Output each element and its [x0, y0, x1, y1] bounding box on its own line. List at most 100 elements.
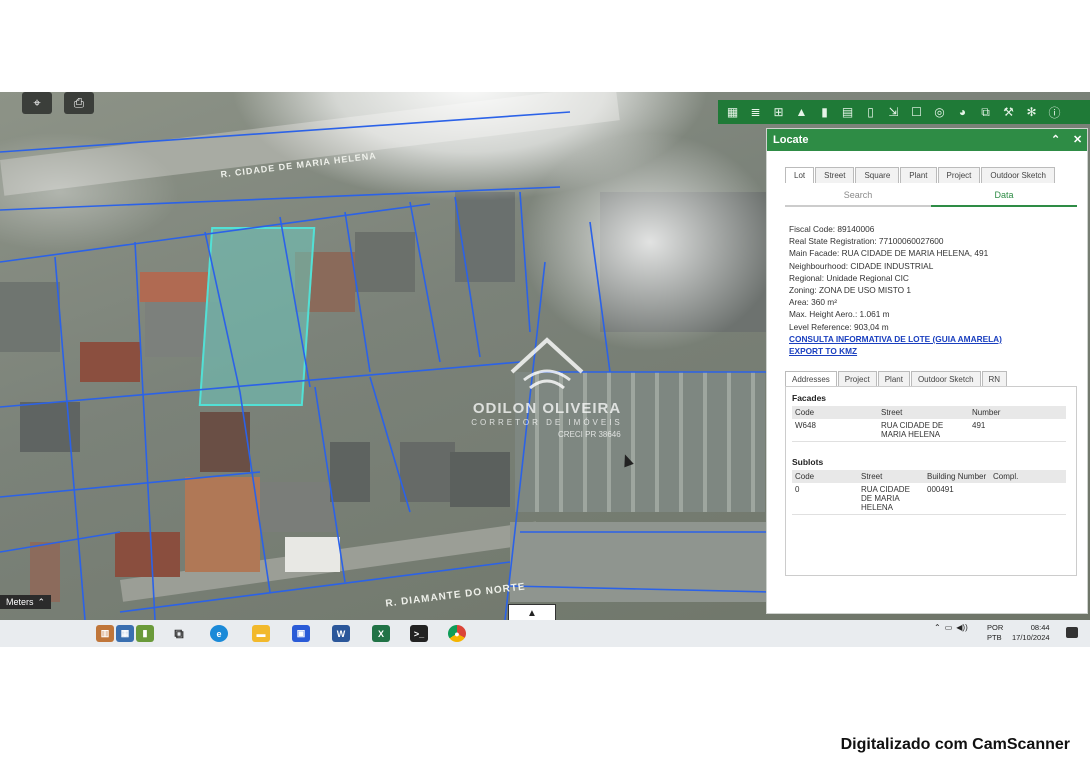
- table-row[interactable]: W648 RUA CIDADE DE MARIA HELENA 491: [792, 419, 1066, 442]
- tab-detail-project[interactable]: Project: [837, 371, 877, 387]
- close-icon[interactable]: ✕: [1073, 133, 1082, 146]
- select-icon[interactable]: ☐: [908, 104, 925, 121]
- tab-plant[interactable]: Plant: [900, 167, 937, 183]
- field-zoning: Zoning: ZONA DE USO MISTO 1: [789, 285, 912, 296]
- taskbar: ▥ ▦ ▮ ⧉ e ▬ ▣ W X >_ ● ⌃ ▭ ◀)) POR PTB 0…: [0, 620, 1090, 647]
- field-main-facade: Main Facade: RUA CIDADE DE MARIA HELENA,…: [789, 248, 989, 259]
- screen: R. CIDADE DE MARIA HELENA R. DIAMANTE DO…: [0, 92, 1090, 647]
- bookmark-icon[interactable]: ▮: [816, 104, 833, 121]
- target-icon[interactable]: ◎: [931, 104, 948, 121]
- globe-icon[interactable]: ◕: [954, 104, 971, 121]
- tab-street[interactable]: Street: [815, 167, 855, 183]
- collapse-icon[interactable]: ⌃: [1051, 133, 1060, 146]
- field-neighbourhood: Neighbourhood: CIDADE INDUSTRIAL: [789, 260, 934, 271]
- language-code: POR: [987, 623, 1004, 632]
- print-icon[interactable]: ⎙: [64, 92, 94, 114]
- layers-icon[interactable]: ≣: [747, 104, 764, 121]
- field-max-height: Max. Height Aero.: 1.061 m: [789, 309, 890, 320]
- facades-title: Facades: [792, 393, 827, 403]
- expand-panel-button[interactable]: ▲: [508, 604, 556, 620]
- locate-panel: Locate ⌃ ✕ Lot Street Square Plant Proje…: [766, 128, 1088, 614]
- keyboard-layout: PTB: [987, 633, 1002, 642]
- excel-icon[interactable]: X: [372, 625, 390, 642]
- caret-up-icon: ▲: [527, 607, 537, 619]
- subtab-data[interactable]: Data: [931, 187, 1077, 207]
- table-cell: 000491: [924, 483, 990, 515]
- tools-icon[interactable]: ⚒: [1000, 104, 1017, 121]
- tab-detail-outdoor-sketch[interactable]: Outdoor Sketch: [910, 371, 981, 387]
- notification-icon[interactable]: [1066, 627, 1078, 638]
- system-tray: ⌃ ▭ ◀)): [934, 623, 968, 632]
- locate-subtabs: Search Data: [785, 187, 1077, 207]
- store-icon[interactable]: ▣: [292, 625, 310, 642]
- aerial-map[interactable]: R. CIDADE DE MARIA HELENA R. DIAMANTE DO…: [0, 92, 1090, 620]
- widget-icon[interactable]: ▮: [136, 625, 154, 642]
- watermark-house-logo: [510, 337, 584, 390]
- tab-lot[interactable]: Lot: [785, 167, 815, 183]
- column-header: Street: [878, 406, 969, 419]
- tab-rn[interactable]: RN: [981, 371, 1008, 387]
- edge-icon[interactable]: e: [210, 625, 228, 642]
- parcel-boundaries: [0, 111, 770, 620]
- column-header: Code: [792, 406, 878, 419]
- tab-project[interactable]: Project: [937, 167, 981, 183]
- clock[interactable]: 08:44 17/10/2024: [1012, 623, 1050, 643]
- field-area: Area: 360 m²: [789, 297, 837, 308]
- basemap-icon[interactable]: ⧉: [977, 104, 994, 121]
- table-row[interactable]: 0 RUA CIDADE DE MARIA HELENA 000491: [792, 483, 1066, 515]
- volume-icon[interactable]: ◀)): [956, 623, 967, 632]
- tab-detail-plant[interactable]: Plant: [877, 371, 910, 387]
- chrome-icon[interactable]: ●: [448, 625, 466, 642]
- tab-square[interactable]: Square: [855, 167, 900, 183]
- chevron-up-icon[interactable]: ⌃: [934, 623, 941, 632]
- info-icon[interactable]: ⓘ: [1046, 104, 1063, 121]
- lot-info: Fiscal Code: 89140006 Real State Registr…: [789, 223, 1079, 357]
- measure-icon[interactable]: ⊞: [770, 104, 787, 121]
- sublots-table: Code Street Building Number Compl. 0 RUA…: [792, 470, 1066, 515]
- locate-title: Locate: [773, 134, 809, 146]
- field-registration: Real State Registration: 77100060027600: [789, 236, 944, 247]
- table-cell: RUA CIDADE DE MARIA HELENA: [878, 419, 969, 442]
- table-icon[interactable]: ▤: [839, 104, 856, 121]
- watermark: ODILON OLIVEIRA CORRETOR DE IMÓVEIS CREC…: [462, 332, 632, 442]
- sublots-title: Sublots: [792, 457, 824, 467]
- table-cell: W648: [792, 419, 878, 442]
- field-regional: Regional: Unidade Regional CIC: [789, 272, 909, 283]
- task-view-icon[interactable]: ⧉: [170, 625, 188, 642]
- scanner-footer: Digitalizado com CamScanner: [840, 736, 1070, 753]
- table-cell: 491: [969, 419, 1066, 442]
- language-indicator[interactable]: POR PTB: [987, 623, 1003, 643]
- graduation-icon[interactable]: ▲: [793, 104, 810, 121]
- tab-outdoor-sketch[interactable]: Outdoor Sketch: [981, 167, 1055, 183]
- toolbar: ▦ ≣ ⊞ ▲ ▮ ▤ ▯ ⇲ ☐ ◎ ◕ ⧉ ⚒ ✻ ⓘ: [718, 100, 1090, 124]
- table-cell: 0: [792, 483, 858, 515]
- widget-icon[interactable]: ▦: [116, 625, 134, 642]
- column-header: Building Number: [924, 470, 990, 483]
- field-fiscal-code: Fiscal Code: 89140006: [789, 224, 875, 234]
- widget-icon[interactable]: ▥: [96, 625, 114, 642]
- column-header: Street: [858, 470, 924, 483]
- document-icon[interactable]: ▯: [862, 104, 879, 121]
- export-kmz-link[interactable]: EXPORT TO KMZ: [789, 345, 1079, 357]
- scale-label: Meters: [6, 597, 34, 607]
- column-header: Number: [969, 406, 1066, 419]
- terminal-icon[interactable]: >_: [410, 625, 428, 642]
- scale-bar[interactable]: Meters ⌃: [0, 595, 52, 609]
- addresses-content: Facades Code Street Number W648 RUA CIDA…: [785, 386, 1077, 576]
- locate-panel-header: Locate ⌃ ✕: [767, 129, 1087, 151]
- chevron-up-icon: ⌃: [37, 596, 46, 607]
- column-header: Code: [792, 470, 858, 483]
- export-icon[interactable]: ⇲: [885, 104, 902, 121]
- table-cell: [990, 483, 1066, 515]
- settings-icon[interactable]: ✻: [1023, 104, 1040, 121]
- grid-icon[interactable]: ▦: [724, 104, 741, 121]
- tab-addresses[interactable]: Addresses: [785, 371, 837, 387]
- file-explorer-icon[interactable]: ▬: [252, 625, 270, 642]
- network-icon[interactable]: ▭: [945, 623, 953, 632]
- word-icon[interactable]: W: [332, 625, 350, 642]
- consulta-link[interactable]: CONSULTA INFORMATIVA DE LOTE (GUIA AMARE…: [789, 333, 1079, 345]
- gps-icon[interactable]: ⌖: [22, 92, 52, 114]
- watermark-name: ODILON OLIVEIRA: [472, 400, 622, 417]
- subtab-search[interactable]: Search: [785, 187, 931, 205]
- table-cell: RUA CIDADE DE MARIA HELENA: [858, 483, 924, 515]
